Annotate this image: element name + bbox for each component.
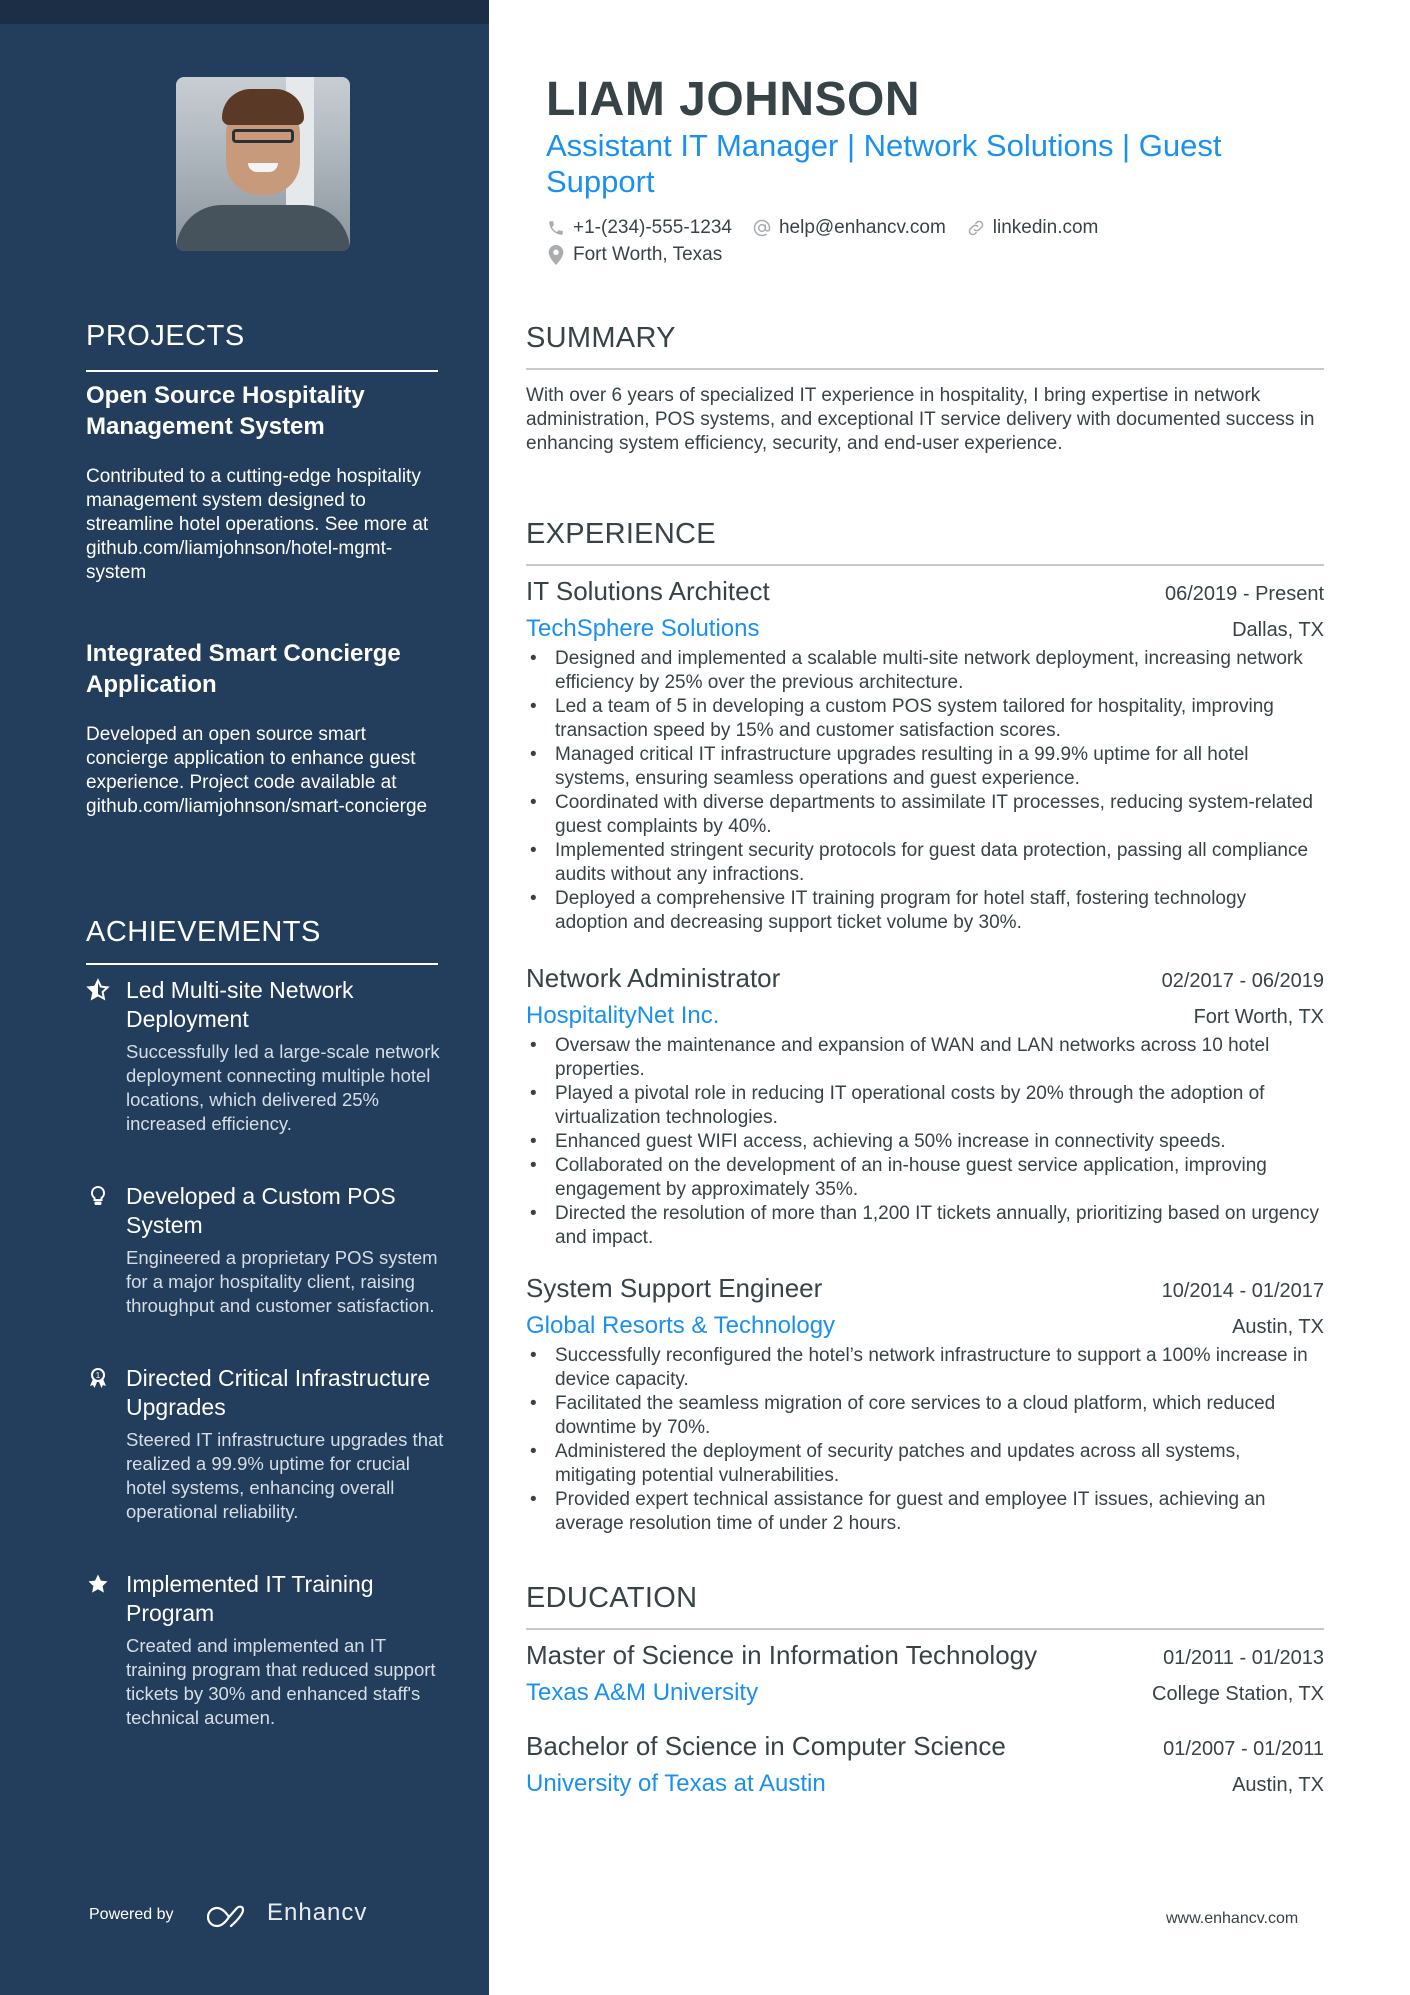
candidate-name: LIAM JOHNSON — [546, 73, 921, 126]
achievement-item: Developed a Custom POS System Engineered… — [86, 1182, 446, 1318]
summary-heading: SUMMARY — [526, 322, 676, 354]
contact-row-location: Fort Worth, Texas — [546, 244, 742, 266]
award-medal-icon: 1 — [86, 1366, 110, 1390]
job-entry: Network Administrator 02/2017 - 06/2019 … — [526, 963, 1324, 1250]
profile-photo — [176, 77, 350, 251]
job-bullet: Led a team of 5 in developing a custom P… — [526, 695, 1324, 743]
education-location: College Station, TX — [1152, 1683, 1324, 1705]
job-company: HospitalityNet Inc. — [526, 1002, 720, 1029]
education-entry: Bachelor of Science in Computer Science … — [526, 1731, 1324, 1798]
achievement-description: Steered IT infrastructure upgrades that … — [126, 1429, 444, 1522]
education-location: Austin, TX — [1232, 1774, 1324, 1796]
achievement-item: 1 Directed Critical Infrastructure Upgra… — [86, 1364, 446, 1524]
top-band — [0, 0, 489, 24]
achievement-item: Implemented IT Training Program Created … — [86, 1570, 446, 1730]
project-title: Open Source Hospitality Management Syste… — [86, 382, 365, 440]
school: University of Texas at Austin — [526, 1770, 826, 1797]
achievements-heading: ACHIEVEMENTS — [86, 916, 321, 948]
star-outline-icon — [86, 978, 110, 1002]
degree: Master of Science in Information Technol… — [526, 1640, 1038, 1670]
footer-website-link[interactable]: www.enhancv.com — [1166, 1910, 1298, 1928]
star-filled-icon — [86, 1572, 110, 1596]
education-heading: EDUCATION — [526, 1582, 698, 1614]
achievement-title: Directed Critical Infrastructure Upgrade… — [126, 1365, 431, 1420]
job-bullets: Oversaw the maintenance and expansion of… — [526, 1034, 1324, 1250]
education-entry: Master of Science in Information Technol… — [526, 1640, 1324, 1707]
school: Texas A&M University — [526, 1679, 759, 1706]
summary-divider — [526, 368, 1324, 370]
project-title: Integrated Smart Concierge Application — [86, 640, 401, 698]
job-location: Austin, TX — [1232, 1316, 1324, 1338]
education-dates: 01/2011 - 01/2013 — [1163, 1647, 1324, 1669]
job-title: IT Solutions Architect — [526, 576, 770, 606]
job-title: Network Administrator — [526, 963, 781, 993]
achievement-item: Led Multi-site Network Deployment Succes… — [86, 976, 446, 1136]
job-bullet: Provided expert technical assistance for… — [526, 1488, 1324, 1536]
enhancv-brand-name[interactable]: Enhancv — [267, 1899, 367, 1927]
job-bullet: Implemented stringent security protocols… — [526, 839, 1324, 887]
achievement-description: Engineered a proprietary POS system for … — [126, 1247, 438, 1316]
enhancv-logo-icon[interactable] — [206, 1904, 255, 1930]
achievement-title: Led Multi-site Network Deployment — [126, 977, 354, 1032]
projects-heading: PROJECTS — [86, 320, 245, 352]
job-bullets: Designed and implemented a scalable mult… — [526, 647, 1324, 935]
linkedin-text: linkedin.com — [992, 217, 1099, 238]
job-bullet: Collaborated on the development of an in… — [526, 1154, 1324, 1202]
contact-linkedin[interactable]: linkedin.com — [966, 217, 1099, 239]
phone-icon — [546, 218, 566, 238]
job-bullet: Successfully reconfigured the hotel’s ne… — [526, 1344, 1324, 1392]
job-bullet: Directed the resolution of more than 1,2… — [526, 1202, 1324, 1250]
job-dates: 06/2019 - Present — [1165, 583, 1324, 605]
job-dates: 02/2017 - 06/2019 — [1161, 970, 1324, 992]
job-entry: System Support Engineer 10/2014 - 01/201… — [526, 1273, 1324, 1536]
lightbulb-icon — [86, 1184, 110, 1208]
job-bullet: Deployed a comprehensive IT training pro… — [526, 887, 1324, 935]
contact-email[interactable]: help@enhancv.com — [752, 217, 946, 239]
job-bullet: Oversaw the maintenance and expansion of… — [526, 1034, 1324, 1082]
location-pin-icon — [546, 245, 566, 265]
degree: Bachelor of Science in Computer Science — [526, 1731, 1006, 1761]
sidebar: PROJECTS Open Source Hospitality Managem… — [0, 0, 489, 1995]
at-icon — [752, 218, 772, 238]
summary-text: With over 6 years of specialized IT expe… — [526, 385, 1315, 454]
contact-phone[interactable]: +1-(234)-555-1234 — [546, 217, 732, 239]
job-bullet: Enhanced guest WIFI access, achieving a … — [526, 1130, 1324, 1154]
job-entry: IT Solutions Architect 06/2019 - Present… — [526, 576, 1324, 935]
education-divider — [526, 1628, 1324, 1630]
location-text: Fort Worth, Texas — [573, 244, 723, 265]
job-bullets: Successfully reconfigured the hotel’s ne… — [526, 1344, 1324, 1536]
job-title: System Support Engineer — [526, 1273, 823, 1303]
experience-divider — [526, 564, 1324, 566]
achievement-title: Developed a Custom POS System — [126, 1183, 396, 1238]
job-bullet: Administered the deployment of security … — [526, 1440, 1324, 1488]
job-bullet: Designed and implemented a scalable mult… — [526, 647, 1324, 695]
contact-row: +1-(234)-555-1234 help@enhancv.com linke… — [546, 217, 1118, 239]
job-company: TechSphere Solutions — [526, 615, 760, 642]
experience-heading: EXPERIENCE — [526, 518, 716, 550]
svg-text:1: 1 — [96, 1371, 101, 1380]
job-bullet: Managed critical IT infrastructure upgra… — [526, 743, 1324, 791]
achievement-description: Created and implemented an IT training p… — [126, 1635, 436, 1728]
achievement-description: Successfully led a large-scale network d… — [126, 1041, 440, 1134]
contact-location: Fort Worth, Texas — [546, 244, 722, 266]
email-text: help@enhancv.com — [778, 217, 946, 238]
job-location: Dallas, TX — [1232, 619, 1324, 641]
achievements-divider — [86, 963, 438, 965]
headline: Assistant IT Manager | Network Solutions… — [546, 128, 1222, 199]
link-icon — [966, 218, 986, 238]
achievement-title: Implemented IT Training Program — [126, 1571, 374, 1626]
job-bullet: Coordinated with diverse departments to … — [526, 791, 1324, 839]
job-dates: 10/2014 - 01/2017 — [1161, 1280, 1324, 1302]
job-bullet: Facilitated the seamless migration of co… — [526, 1392, 1324, 1440]
phone-text: +1-(234)-555-1234 — [573, 217, 732, 238]
job-location: Fort Worth, TX — [1193, 1006, 1324, 1028]
project-description: Developed an open source smart concierge… — [86, 724, 428, 817]
powered-by-label: Powered by — [89, 1906, 174, 1923]
projects-divider — [86, 370, 438, 372]
job-company: Global Resorts & Technology — [526, 1312, 836, 1339]
job-bullet: Played a pivotal role in reducing IT ope… — [526, 1082, 1324, 1130]
education-dates: 01/2007 - 01/2011 — [1163, 1738, 1324, 1760]
project-description: Contributed to a cutting-edge hospitalit… — [86, 466, 429, 583]
